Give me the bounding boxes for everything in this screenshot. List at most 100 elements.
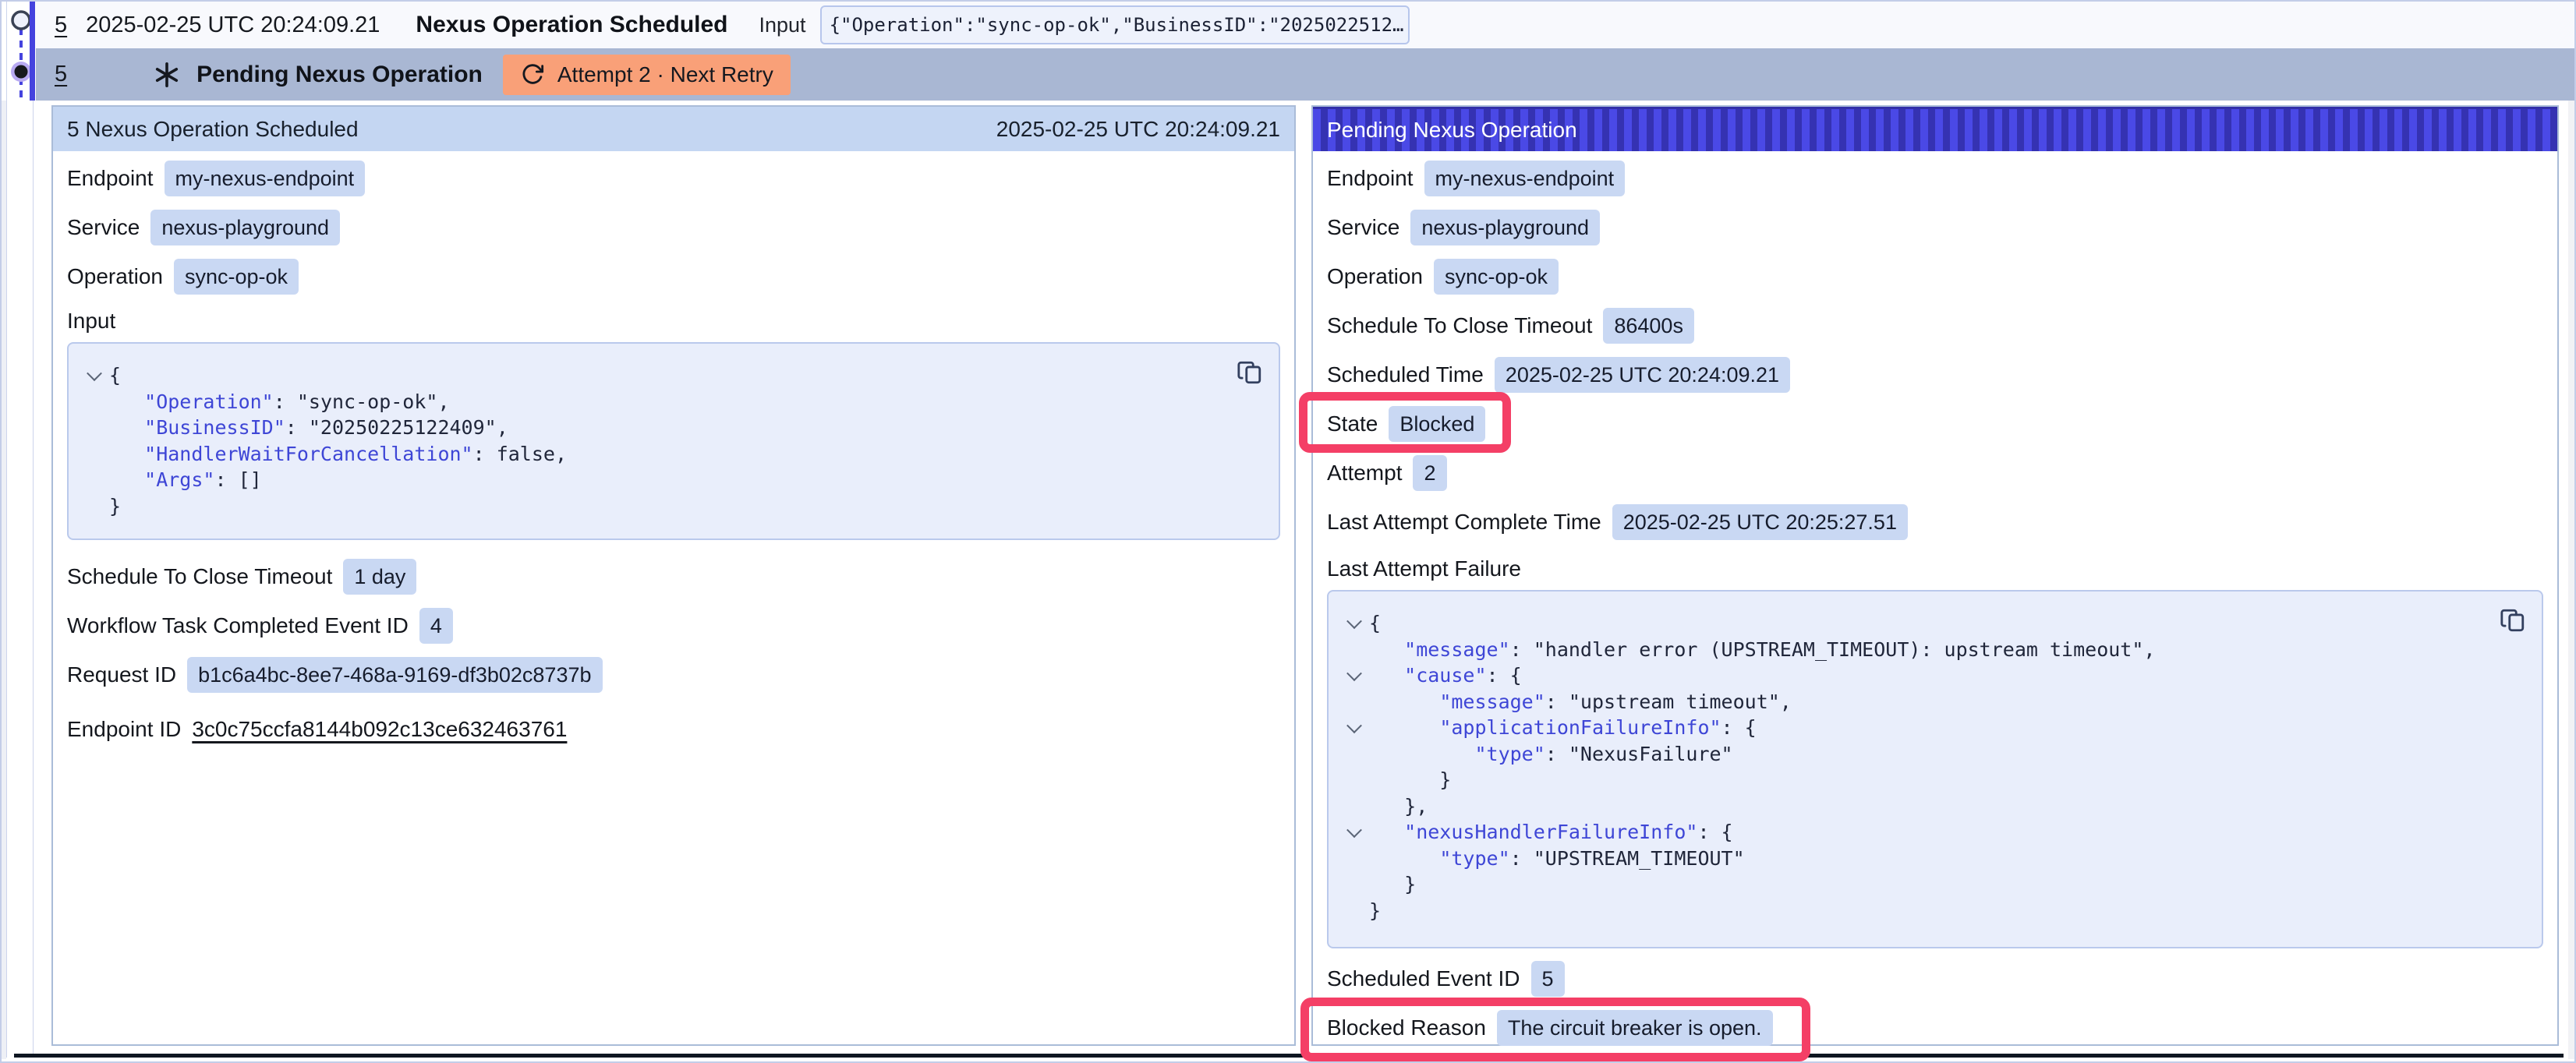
field-label: Scheduled Time [1327,362,1484,387]
asterisk-icon [153,61,181,89]
code-line: } [1339,871,2523,898]
code-line: "BusinessID": "20250225122409", [80,415,1260,441]
copy-icon[interactable] [2500,607,2526,634]
collapse-chevron-icon[interactable] [1346,666,1362,681]
pending-operation-title: Pending Nexus Operation [1327,118,1577,143]
code-line: "Operation": "sync-op-ok", [80,389,1260,415]
event-detail-panel: 5 Nexus Operation Scheduled 2025-02-25 U… [51,105,1296,1046]
field-row-state: State Blocked [1327,406,2543,442]
service-value-badge: nexus-playground [150,210,340,245]
code-line: "Args": [] [80,467,1260,493]
field-row-last-attempt-complete-time: Last Attempt Complete Time2025-02-25 UTC… [1327,504,2543,540]
event-input-label: Input [759,13,806,37]
code-line: } [1339,898,2523,924]
code-line: "type": "NexusFailure" [1339,741,2523,768]
service-value-badge: nexus-playground [1410,210,1600,245]
code-line: "message": "handler error (UPSTREAM_TIME… [1339,637,2523,663]
blocked-reason-value-badge: The circuit breaker is open. [1497,1010,1773,1046]
event-input-preview-chip[interactable]: {"Operation":"sync-op-ok","BusinessID":"… [820,5,1410,44]
code-line: { [80,362,1260,389]
input-code-block: { "Operation": "sync-op-ok", "BusinessID… [67,342,1280,540]
field-row-blocked-reason: Blocked Reason The circuit breaker is ope… [1327,1010,2543,1046]
field-label: Blocked Reason [1327,1015,1486,1040]
field-label: Scheduled Event ID [1327,966,1520,991]
code-line: "cause": { [1339,662,2523,689]
schedule-to-close-timeout-value-badge: 1 day [343,559,416,595]
field-row-scheduled-event-id: Scheduled Event ID 5 [1327,961,2543,997]
field-row-request-id: Request ID b1c6a4bc-8ee7-468a-9169-df3b02… [67,657,1280,693]
event-detail-time: 2025-02-25 UTC 20:24:09.21 [996,117,1280,142]
collapse-chevron-icon[interactable] [1346,822,1362,838]
endpoint-id-link[interactable]: 3c0c75ccfa8144b092c13ce632463761 [192,717,567,742]
event-row-scheduled[interactable]: 5 2025-02-25 UTC 20:24:09.21 Nexus Opera… [36,2,2574,48]
code-line: "type": "UPSTREAM_TIMEOUT" [1339,846,2523,872]
state-value-badge: Blocked [1389,406,1485,442]
field-label: State [1327,411,1378,436]
field-label: Attempt [1327,461,1402,486]
scheduled-time-value-badge: 2025-02-25 UTC 20:24:09.21 [1495,357,1790,393]
collapse-chevron-icon[interactable] [87,366,102,381]
operation-value-badge: sync-op-ok [1434,259,1559,295]
timeline-dot-icon [15,65,28,79]
code-line: }, [1339,793,2523,820]
field-row-service: Service nexus-playground [1327,210,2543,245]
field-label: Endpoint [1327,166,1414,191]
code-line: "nexusHandlerFailureInfo": { [1339,819,2523,846]
event-detail-header: 5 Nexus Operation Scheduled 2025-02-25 U… [53,107,1294,151]
attempt-value-badge: 2 [1413,455,1446,491]
field-label: Operation [67,264,163,289]
copy-icon[interactable] [1237,359,1263,386]
event-time: 2025-02-25 UTC 20:24:09.21 [86,12,380,38]
field-row-endpoint-id: Endpoint ID3c0c75ccfa8144b092c13ce632463… [67,712,1280,747]
field-row-schedule-to-close-timeout: Schedule To Close Timeout86400s [1327,308,2543,344]
scheduled-event-id-value-badge: 5 [1531,961,1565,997]
timeline-open-circle-icon [12,12,30,29]
pending-event-title: Pending Nexus Operation [196,62,483,88]
schedule-to-close-timeout-value-badge: 86400s [1603,308,1694,344]
last-attempt-complete-time-value-badge: 2025-02-25 UTC 20:25:27.51 [1612,504,1908,540]
field-row-operation: Operation sync-op-ok [1327,259,2543,295]
input-section-label: Input [67,308,1280,334]
field-label: Operation [1327,264,1423,289]
event-detail-title: 5 Nexus Operation Scheduled [67,117,359,142]
retry-badge-label: Attempt 2 · Next Retry [557,62,773,87]
event-row-pending[interactable]: 5 Pending Nexus Operation Attempt 2 · Ne… [36,48,2574,101]
field-label: Request ID [67,662,176,687]
retry-icon [520,62,545,87]
workflow-task-completed-event-id-value-badge: 4 [419,608,453,644]
field-row-endpoint: Endpoint my-nexus-endpoint [1327,161,2543,196]
failure-code-block: { "message": "handler error (UPSTREAM_TI… [1327,590,2543,948]
field-row-operation: Operationsync-op-ok [67,259,1280,295]
field-row-schedule-to-close-timeout: Schedule To Close Timeout 1 day [67,559,1280,595]
failure-section-label: Last Attempt Failure [1327,556,2543,582]
field-row-workflow-task-completed-event-id: Workflow Task Completed Event ID4 [67,608,1280,644]
request-id-value-badge: b1c6a4bc-8ee7-468a-9169-df3b02c8737b [187,657,602,693]
code-line: "applicationFailureInfo": { [1339,715,2523,741]
pending-event-id-link[interactable]: 5 [55,62,67,87]
code-line: "message": "upstream timeout", [1339,689,2523,715]
endpoint-value-badge: my-nexus-endpoint [1424,161,1626,196]
workflow-history-screen: 5 2025-02-25 UTC 20:24:09.21 Nexus Opera… [0,0,2576,1063]
code-line: { [1339,610,2523,637]
endpoint-value-badge: my-nexus-endpoint [165,161,366,196]
field-label: Service [1327,215,1399,240]
collapse-chevron-icon[interactable] [1346,613,1362,629]
outer-left-border [6,2,7,1058]
event-detail-body: Endpointmy-nexus-endpoint Service nexus-pl… [53,151,1294,747]
collapse-chevron-icon[interactable] [1346,718,1362,733]
selected-event-accent-bar [30,2,35,101]
code-line: "HandlerWaitForCancellation": false, [80,441,1260,468]
pending-operation-panel: Pending Nexus Operation Endpoint my-nexus… [1311,105,2559,1046]
container-left-border [33,101,34,1054]
code-line: } [1339,767,2523,793]
field-row-endpoint: Endpointmy-nexus-endpoint [67,161,1280,196]
field-label: Schedule To Close Timeout [67,564,332,589]
pending-operation-header: Pending Nexus Operation [1313,107,2557,151]
field-row-attempt: Attempt 2 [1327,455,2543,491]
event-title: Nexus Operation Scheduled [416,12,727,38]
field-row-service: Service nexus-playground [67,210,1280,245]
field-label: Service [67,215,140,240]
history-bottom-divider [14,1054,2564,1058]
pending-operation-body: Endpoint my-nexus-endpoint Service nexus-pl… [1313,151,2557,1046]
event-id-link[interactable]: 5 [55,12,67,38]
